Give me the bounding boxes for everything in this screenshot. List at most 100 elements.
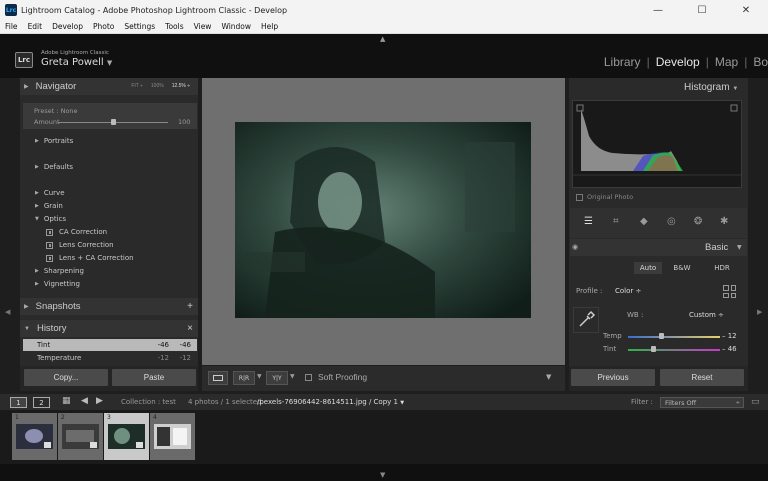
- history-header[interactable]: ▼ History ×: [20, 320, 198, 337]
- before-after-dropdown-icon[interactable]: ▼: [257, 373, 262, 380]
- menu-view[interactable]: View: [189, 22, 217, 31]
- zoom-fit[interactable]: FIT ÷: [131, 83, 143, 89]
- eyedropper-icon: [579, 310, 596, 327]
- module-book[interactable]: Bo: [753, 55, 768, 69]
- amount-slider-knob[interactable]: [111, 119, 116, 125]
- back-arrow-icon[interactable]: ◀: [81, 396, 88, 406]
- wb-dropdown[interactable]: Custom ÷: [689, 311, 724, 319]
- tint-slider-knob[interactable]: [650, 346, 656, 352]
- before-after-swap-button[interactable]: Y|Y: [266, 371, 288, 385]
- preset-group-vignetting[interactable]: ▶ Vignetting: [35, 280, 80, 288]
- bw-button[interactable]: B&W: [666, 262, 698, 274]
- left-edge: ◀: [0, 78, 20, 391]
- profile-browser-icon[interactable]: [723, 285, 736, 298]
- menu-edit[interactable]: Edit: [23, 22, 48, 31]
- histogram[interactable]: [572, 100, 742, 188]
- menu-file[interactable]: File: [0, 22, 23, 31]
- forward-arrow-icon[interactable]: ▶: [96, 396, 103, 406]
- title-bar: Lrc Lightroom Catalog - Adobe Photoshop …: [0, 0, 768, 20]
- crop-icon[interactable]: ⌗: [613, 216, 619, 227]
- collapse-triangle-icon: ▼: [732, 86, 739, 92]
- swap-dropdown-icon[interactable]: ▼: [290, 373, 295, 380]
- filmstrip-thumb-4[interactable]: 4: [150, 413, 195, 460]
- masking-icon[interactable]: ❂: [694, 216, 702, 227]
- snapshots-header[interactable]: ▶ Snapshots +: [20, 298, 198, 315]
- temp-slider-knob[interactable]: [659, 333, 665, 339]
- preset-lens-ca-correction[interactable]: Lens + CA Correction: [46, 254, 134, 262]
- top-panel-toggle-icon[interactable]: ▲: [380, 35, 385, 43]
- preset-lens-correction[interactable]: Lens Correction: [46, 241, 114, 249]
- presets-icon[interactable]: ✱: [720, 216, 728, 227]
- paste-button[interactable]: Paste: [112, 369, 196, 386]
- profile-dropdown[interactable]: Color ÷: [615, 287, 641, 295]
- soft-proofing-toggle[interactable]: Soft Proofing: [305, 372, 367, 382]
- photo-count: 4 photos / 1 selected: [188, 398, 262, 406]
- module-develop[interactable]: Develop: [656, 55, 700, 69]
- wb-eyedropper[interactable]: [573, 307, 599, 333]
- menu-tools[interactable]: Tools: [160, 22, 188, 31]
- minimize-icon[interactable]: —: [636, 0, 680, 20]
- preset-group-optics[interactable]: ▼ Optics: [35, 215, 66, 223]
- zoom-100[interactable]: 100%: [151, 83, 164, 89]
- preset-group-curve[interactable]: ▶ Curve: [35, 189, 65, 197]
- module-library[interactable]: Library: [604, 55, 641, 69]
- healing-eraser-icon[interactable]: ◆: [640, 216, 648, 227]
- filmstrip-thumb-2[interactable]: 2: [58, 413, 103, 460]
- thumb-image: [154, 424, 191, 449]
- before-after-button[interactable]: R|R: [233, 371, 255, 385]
- filter-dropdown[interactable]: Filters Off ÷: [660, 397, 744, 408]
- filter-lock-icon[interactable]: ▭: [751, 397, 760, 407]
- menu-window[interactable]: Window: [216, 22, 256, 31]
- preset-group-portraits[interactable]: ▶ Portraits: [35, 137, 73, 145]
- menu-help[interactable]: Help: [256, 22, 283, 31]
- module-map[interactable]: Map: [715, 55, 738, 69]
- histogram-title[interactable]: Histogram ▼: [684, 82, 738, 93]
- tint-slider-track[interactable]: [628, 349, 720, 351]
- soft-proofing-checkbox[interactable]: [305, 373, 312, 381]
- history-row-tint[interactable]: Tint -46 -46: [23, 339, 197, 351]
- history-row-temperature[interactable]: Temperature -12 -12: [23, 352, 197, 364]
- loupe-view-button[interactable]: [208, 371, 228, 385]
- menu-photo[interactable]: Photo: [88, 22, 119, 31]
- panel-visibility-eye-icon[interactable]: ◉: [572, 243, 578, 251]
- toolbar-content-dropdown-icon[interactable]: ▼: [546, 373, 551, 381]
- left-panel-toggle-icon[interactable]: ◀: [5, 308, 10, 316]
- tint-value[interactable]: – 46: [722, 345, 737, 353]
- original-photo-checkbox[interactable]: [576, 193, 583, 201]
- add-snapshot-icon[interactable]: +: [187, 301, 193, 312]
- preset-ca-correction[interactable]: CA Correction: [46, 228, 107, 236]
- filmstrip-thumb-3[interactable]: 3: [104, 413, 149, 460]
- user-dropdown-icon[interactable]: ▼: [107, 59, 112, 67]
- original-photo-toggle[interactable]: Original Photo: [576, 193, 633, 201]
- temp-slider-track[interactable]: [628, 336, 720, 338]
- grid-view-icon[interactable]: ▦: [62, 396, 71, 406]
- temp-value[interactable]: – 12: [722, 332, 737, 340]
- copy-button[interactable]: Copy...: [24, 369, 108, 386]
- menu-develop[interactable]: Develop: [47, 22, 88, 31]
- edit-sliders-icon[interactable]: ☰: [584, 216, 593, 227]
- collapse-triangle-icon[interactable]: ▼: [737, 244, 742, 251]
- menu-settings[interactable]: Settings: [119, 22, 160, 31]
- reset-button[interactable]: Reset: [660, 369, 744, 386]
- clear-history-icon[interactable]: ×: [187, 323, 193, 334]
- red-eye-icon[interactable]: ◎: [667, 216, 676, 227]
- preset-group-grain[interactable]: ▶ Grain: [35, 202, 63, 210]
- right-panel-toggle-icon[interactable]: ▶: [757, 308, 762, 316]
- preset-group-defaults[interactable]: ▶ Defaults: [35, 163, 73, 171]
- current-filename[interactable]: /pexels-76906442-8614511.jpg / Copy 1 ▼: [257, 398, 404, 406]
- auto-button[interactable]: Auto: [634, 262, 662, 274]
- previous-button[interactable]: Previous: [571, 369, 655, 386]
- main-photo[interactable]: [235, 122, 531, 318]
- hdr-button[interactable]: HDR: [706, 262, 738, 274]
- navigator-header[interactable]: ▶ Navigator FIT ÷ 100% 12.5% ÷: [20, 78, 198, 95]
- close-icon[interactable]: ✕: [724, 0, 768, 20]
- user-name[interactable]: Greta Powell ▼: [41, 57, 112, 68]
- filmstrip-thumb-1[interactable]: 1: [12, 413, 57, 460]
- main-window-button[interactable]: 1: [10, 397, 27, 408]
- zoom-custom[interactable]: 12.5% ÷: [172, 83, 190, 89]
- secondary-window-button[interactable]: 2: [33, 397, 50, 408]
- maximize-icon[interactable]: ☐: [680, 0, 724, 20]
- filmstrip-toggle-icon[interactable]: ▼: [380, 471, 385, 479]
- expand-triangle-icon: ▶: [35, 281, 39, 287]
- preset-group-sharpening[interactable]: ▶ Sharpening: [35, 267, 84, 275]
